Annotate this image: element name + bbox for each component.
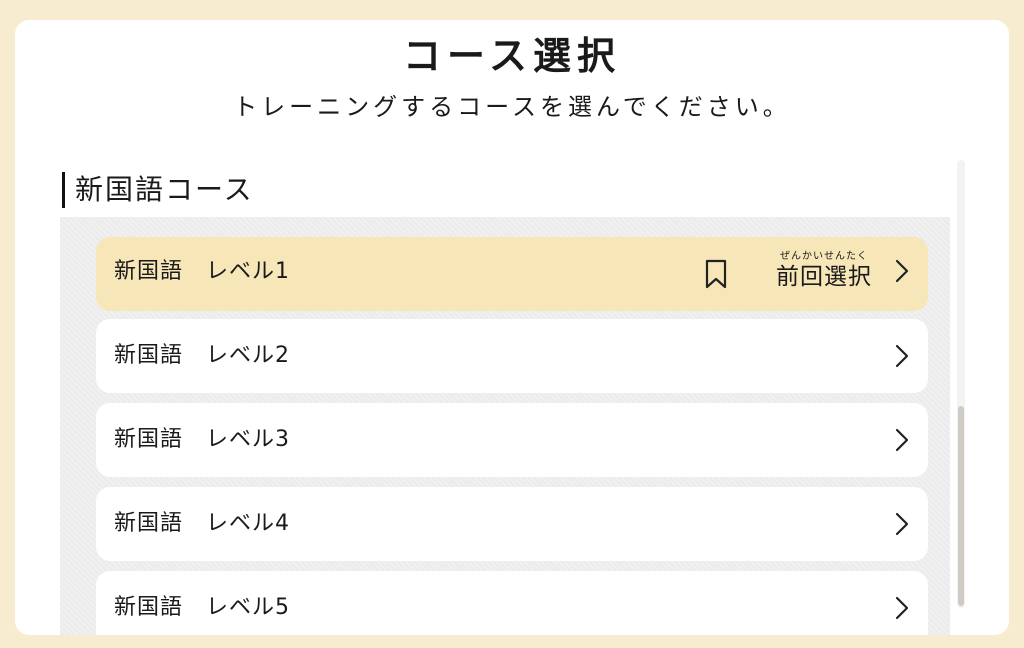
previous-selection-label: 前回選択 xyxy=(776,264,872,290)
chevron-right-icon xyxy=(895,428,909,452)
course-item-level-1[interactable]: 新国語 レベル1 ぜんかいせんたく 前回選択 xyxy=(96,237,928,311)
course-item-level-4[interactable]: 新国語 レベル4 xyxy=(96,487,928,561)
chevron-right-icon xyxy=(895,596,909,620)
chevron-right-icon xyxy=(895,344,909,368)
page-subtitle: トレーニングするコースを選んでください。 xyxy=(233,93,791,121)
scrollbar-thumb[interactable] xyxy=(958,406,964,606)
course-label: 新国語 レベル2 xyxy=(114,343,290,368)
course-item-level-2[interactable]: 新国語 レベル2 xyxy=(96,319,928,393)
list-scrollbar[interactable] xyxy=(957,160,965,608)
chevron-right-icon xyxy=(895,259,909,283)
course-label: 新国語 レベル4 xyxy=(114,511,290,536)
section-title: 新国語コース xyxy=(62,172,254,208)
course-list: 新国語 レベル1 ぜんかいせんたく 前回選択 新国語 レベル2 新国語 レベル3 xyxy=(60,217,950,635)
course-label: 新国語 レベル3 xyxy=(114,427,290,452)
course-item-level-5[interactable]: 新国語 レベル5 xyxy=(96,571,928,635)
course-label: 新国語 レベル1 xyxy=(114,259,290,284)
chevron-right-icon xyxy=(895,512,909,536)
page-title: コース選択 xyxy=(402,34,622,78)
course-select-panel: コース選択 トレーニングするコースを選んでください。 新国語コース 新国語 レベ… xyxy=(15,20,1009,635)
course-item-level-3[interactable]: 新国語 レベル3 xyxy=(96,403,928,477)
bookmark-icon xyxy=(705,259,727,289)
course-label: 新国語 レベル5 xyxy=(114,595,290,620)
